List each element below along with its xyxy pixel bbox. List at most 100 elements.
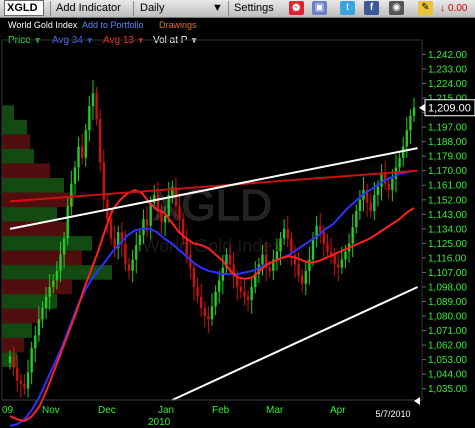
y-tick-label: 1,152.00 bbox=[428, 195, 467, 206]
channel-line bbox=[171, 286, 419, 401]
candle-body bbox=[59, 254, 62, 271]
candle-body bbox=[236, 277, 239, 287]
y-tick-label: 1,143.00 bbox=[428, 210, 467, 221]
y-tick-label: 1,035.00 bbox=[428, 384, 467, 395]
candle-body bbox=[84, 130, 87, 158]
volume-profile-bar bbox=[2, 163, 50, 178]
y-tick-label: 1,161.00 bbox=[428, 181, 467, 192]
x-tick-label: 09 bbox=[2, 405, 14, 416]
y-tick-label: 1,089.00 bbox=[428, 297, 467, 308]
volume-profile-bar bbox=[2, 134, 30, 149]
candle-body bbox=[88, 106, 91, 131]
candle-body bbox=[282, 228, 286, 239]
candle-body bbox=[98, 119, 102, 163]
x-year-label: 2010 bbox=[148, 417, 171, 428]
candle-body bbox=[8, 356, 12, 363]
candle-body bbox=[163, 215, 167, 223]
candle-body bbox=[358, 199, 362, 212]
y-tick-label: 1,233.00 bbox=[428, 64, 467, 75]
candle-body bbox=[80, 146, 84, 158]
y-tick-label: 1,107.00 bbox=[428, 268, 467, 279]
candle-body bbox=[26, 372, 30, 389]
candle-body bbox=[297, 264, 300, 276]
candle-body bbox=[48, 286, 51, 297]
watermark: XGLD World Gold Index bbox=[143, 181, 282, 257]
candle-body bbox=[376, 186, 380, 195]
y-tick-label: 1,170.00 bbox=[428, 166, 467, 177]
candle-body bbox=[19, 380, 23, 384]
candle-body bbox=[250, 286, 253, 300]
y-tick-label: 1,080.00 bbox=[428, 312, 467, 323]
volume-profile-bar bbox=[2, 337, 24, 353]
candle-body bbox=[246, 296, 250, 300]
volume-profile-bar bbox=[2, 279, 72, 295]
x-tick-label: 5/7/2010 bbox=[375, 409, 410, 419]
candle-body bbox=[351, 227, 354, 244]
candle-body bbox=[239, 286, 243, 292]
candle-body bbox=[192, 267, 196, 287]
candle-body bbox=[275, 251, 279, 260]
candle-body bbox=[373, 194, 376, 212]
x-tick-label: Nov bbox=[42, 405, 60, 416]
y-tick-label: 1,197.00 bbox=[428, 123, 467, 134]
y-tick-label: 1,044.00 bbox=[428, 370, 467, 381]
y-tick-label: 1,062.00 bbox=[428, 341, 467, 352]
candle-body bbox=[268, 267, 271, 271]
candle-body bbox=[73, 167, 77, 184]
y-tick-label: 1,179.00 bbox=[428, 152, 467, 163]
volume-profile-bar bbox=[2, 177, 64, 193]
candle-body bbox=[37, 319, 41, 336]
candle-body bbox=[333, 254, 336, 265]
volume-profile bbox=[2, 105, 112, 367]
candle-body bbox=[34, 335, 37, 349]
volume-profile-bar bbox=[2, 308, 42, 324]
candle-body bbox=[91, 93, 95, 107]
candle-body bbox=[66, 206, 69, 239]
y-tick-label: 1,116.00 bbox=[428, 253, 467, 264]
candle-body bbox=[369, 203, 372, 212]
candle-body bbox=[23, 383, 26, 389]
candle-body bbox=[261, 254, 264, 265]
x-tick-label: Mar bbox=[266, 405, 284, 416]
x-tick-label: Apr bbox=[330, 405, 346, 416]
candle-body bbox=[409, 115, 412, 131]
volume-profile-bar bbox=[2, 250, 82, 266]
candle-body bbox=[405, 130, 408, 147]
candle-body bbox=[340, 259, 344, 268]
candle-body bbox=[199, 296, 203, 308]
candle-body bbox=[355, 211, 358, 228]
candle-body bbox=[300, 275, 304, 284]
candle-body bbox=[30, 348, 33, 373]
volume-profile-bar bbox=[2, 148, 34, 164]
volume-profile-bar bbox=[2, 105, 14, 120]
y-tick-label: 1,188.00 bbox=[428, 137, 467, 148]
volume-profile-bar bbox=[2, 323, 32, 338]
candle-body bbox=[127, 264, 131, 271]
x-tick-label: Feb bbox=[212, 405, 230, 416]
candle-body bbox=[185, 238, 188, 255]
candle-body bbox=[398, 157, 401, 168]
candle-body bbox=[412, 107, 416, 116]
candle-body bbox=[279, 238, 282, 252]
candle-body bbox=[380, 173, 383, 187]
y-tick-label: 1,098.00 bbox=[428, 282, 467, 293]
candle-body bbox=[44, 296, 48, 308]
candle-body bbox=[196, 286, 199, 297]
candle-body bbox=[210, 306, 214, 320]
candle-body bbox=[52, 280, 55, 287]
candle-body bbox=[319, 225, 322, 233]
scroll-arrow-icon bbox=[414, 397, 420, 405]
candle-body bbox=[138, 235, 142, 245]
candle-body bbox=[62, 238, 66, 255]
x-axis: 09 Nov Dec Jan Feb Mar Apr 5/7/2010 2010 bbox=[2, 397, 422, 428]
candle-body bbox=[387, 183, 390, 191]
candle-body bbox=[12, 356, 15, 368]
candle-body bbox=[322, 232, 326, 244]
candle-body bbox=[135, 244, 138, 260]
price-chart[interactable]: XGLD World Gold Index 1,035.00 1,044.00 1,… bbox=[0, 0, 475, 428]
candle-body bbox=[124, 243, 127, 265]
candle-body bbox=[286, 228, 289, 239]
candle-body bbox=[95, 93, 98, 120]
candle-body bbox=[70, 183, 73, 207]
candle-body bbox=[311, 238, 315, 260]
